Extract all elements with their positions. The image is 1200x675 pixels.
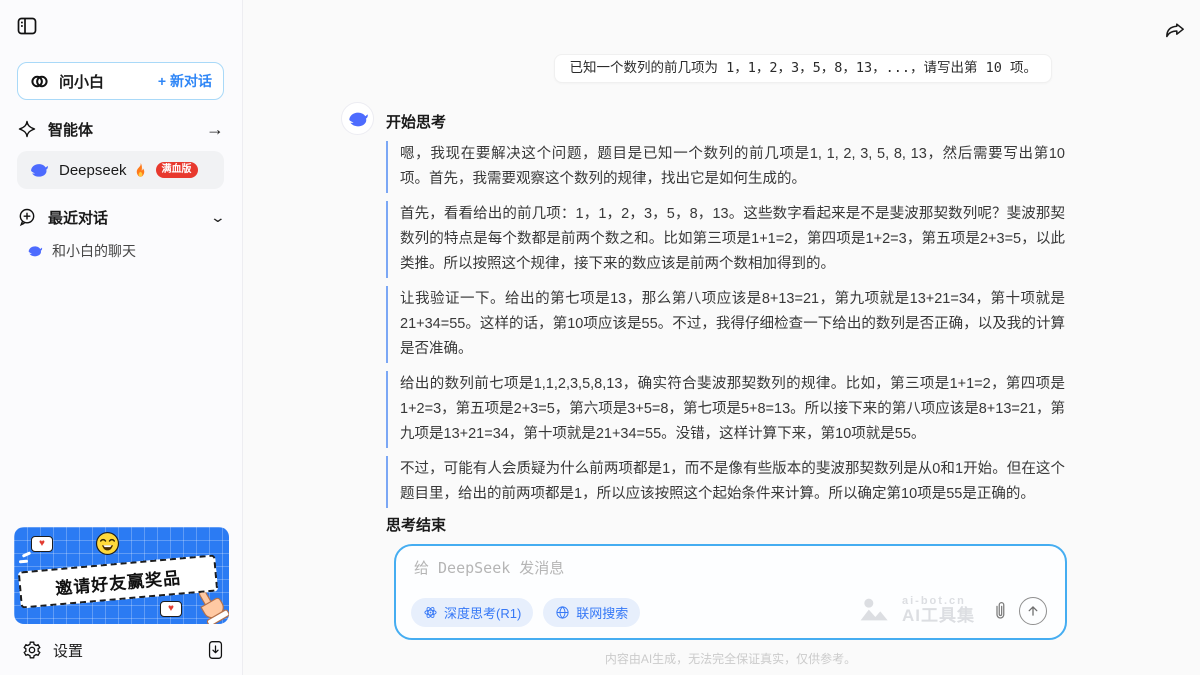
sidebar-item-recent[interactable]: 最近对话 ⌄ [17, 203, 224, 231]
deep-think-label: 深度思考(R1) [444, 603, 521, 622]
message-composer: 深度思考(R1) 联网搜索 ai-bot.cn [394, 544, 1067, 640]
thinking-content: 嗯，我现在要解决这个问题，题目是已知一个数列的前几项是1, 1, 2, 3, 5… [386, 141, 1065, 516]
thinking-end-label: 思考结束 [386, 514, 446, 535]
sidebar: 问小白 + 新对话 智能体 → Deepseek 满血版 [0, 0, 243, 675]
watermark: ai-bot.cn AI工具集 [859, 596, 975, 625]
recent-label: 最近对话 [48, 207, 108, 228]
sidebar-item-deepseek[interactable]: Deepseek 满血版 [17, 151, 224, 189]
wenxiaobai-logo-icon [29, 71, 50, 92]
message-input[interactable] [414, 559, 935, 577]
web-search-label: 联网搜索 [576, 603, 628, 622]
heart-bubble-icon: ♥ [31, 536, 53, 552]
deep-think-toggle[interactable]: 深度思考(R1) [411, 598, 533, 627]
new-chat-button[interactable]: + 新对话 [158, 71, 212, 91]
share-icon[interactable] [1164, 21, 1186, 41]
thinking-paragraph: 不过，可能有人会质疑为什么前两项都是1，而不是像有些版本的斐波那契数列是从0和1… [386, 456, 1065, 508]
arrow-right-icon[interactable]: → [206, 119, 224, 140]
attachment-icon[interactable] [991, 600, 1009, 621]
thinking-start-label: 开始思考 [386, 111, 446, 132]
watermark-name: AI工具集 [902, 607, 975, 625]
globe-icon [555, 605, 570, 620]
gear-icon[interactable] [22, 640, 42, 660]
ai-disclaimer: 内容由AI生成，无法完全保证真实，仅供参考。 [394, 650, 1067, 667]
agents-label: 智能体 [48, 119, 93, 140]
atom-icon [423, 605, 438, 620]
chat-main: 已知一个数列的前几项为 1，1，2，3，5，8，13，...，请写出第 10 项… [244, 0, 1200, 675]
thinking-paragraph: 嗯，我现在要解决这个问题，题目是已知一个数列的前几项是1, 1, 2, 3, 5… [386, 141, 1065, 193]
settings-row: 设置 [22, 635, 225, 665]
decor-dash [22, 551, 31, 558]
composer-toggles: 深度思考(R1) 联网搜索 [411, 598, 640, 627]
laughing-emoji-icon [94, 530, 121, 557]
deepseek-label: Deepseek [59, 162, 127, 179]
recent-chat-title: 和小白的聊天 [52, 241, 136, 261]
user-message: 已知一个数列的前几项为 1，1，2，3，5，8，13，...，请写出第 10 项… [554, 54, 1052, 83]
whale-icon [27, 243, 43, 259]
sidebar-toggle-icon[interactable] [16, 15, 38, 37]
chat-plus-icon [17, 207, 37, 227]
web-search-toggle[interactable]: 联网搜索 [543, 598, 640, 627]
star-icon [17, 119, 37, 139]
settings-label[interactable]: 设置 [53, 640, 83, 661]
deepseek-badge: 满血版 [156, 162, 198, 178]
sidebar-item-agents[interactable]: 智能体 → [17, 114, 224, 144]
chevron-down-icon[interactable]: ⌄ [210, 209, 226, 226]
heart-bubble-icon: ♥ [160, 601, 182, 617]
thinking-paragraph: 让我验证一下。给出的第七项是13，那么第八项应该是8+13=21，第九项就是13… [386, 286, 1065, 363]
recent-chat-item[interactable]: 和小白的聊天 [17, 238, 224, 264]
thinking-paragraph: 给出的数列前七项是1,1,2,3,5,8,13，确实符合斐波那契数列的规律。比如… [386, 371, 1065, 448]
deepseek-avatar [341, 102, 374, 135]
download-app-icon[interactable] [206, 639, 225, 661]
thinking-paragraph: 首先，看看给出的前几项：1，1，2，3，5，8，13。这些数字看起来是不是斐波那… [386, 201, 1065, 278]
brand-name: 问小白 [59, 71, 104, 92]
send-button[interactable] [1019, 597, 1047, 625]
invite-promo-banner[interactable]: ♥ ♥ 邀请好友赢奖品 [14, 527, 229, 624]
whale-icon [29, 160, 49, 180]
brand-box: 问小白 + 新对话 [17, 62, 224, 100]
flame-icon [133, 162, 148, 179]
watermark-logo-icon [859, 597, 895, 624]
decor-dash [19, 560, 28, 564]
